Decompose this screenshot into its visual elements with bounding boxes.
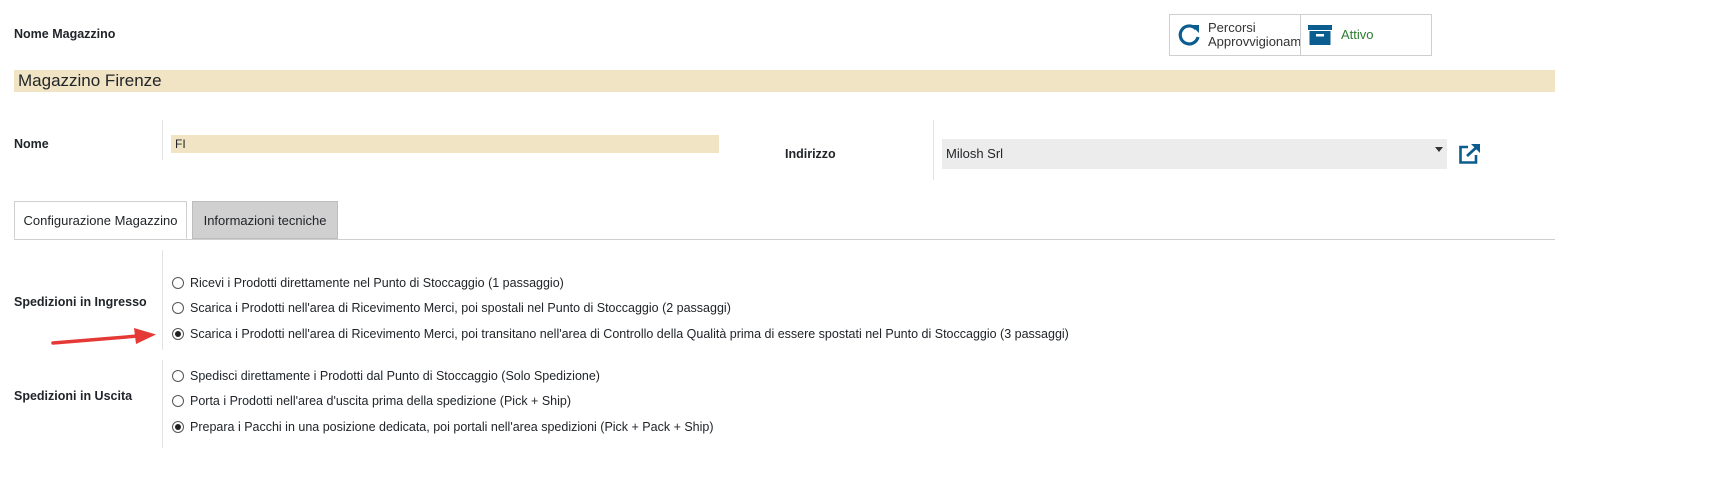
warehouse-name-label: Nome Magazzino xyxy=(14,27,116,41)
radio-label: Prepara i Pacchi in una posizione dedica… xyxy=(190,420,714,434)
indirizzo-select[interactable]: Milosh Srl xyxy=(942,139,1447,169)
radio-label: Scarica i Prodotti nell'area di Ricevime… xyxy=(190,327,1069,341)
tab-divider xyxy=(14,239,1555,240)
outgoing-option-3[interactable]: Prepara i Pacchi in una posizione dedica… xyxy=(172,418,714,436)
active-label: Attivo xyxy=(1341,27,1374,42)
incoming-shipments-label: Spedizioni in Ingresso xyxy=(14,295,147,309)
nome-label: Nome xyxy=(14,137,49,151)
radio-label: Spedisci direttamente i Prodotti dal Pun… xyxy=(190,369,600,383)
radio-button[interactable] xyxy=(172,302,184,314)
annotation-arrow-icon xyxy=(51,328,156,345)
tab-informazioni-tecniche[interactable]: Informazioni tecniche xyxy=(192,201,338,239)
incoming-option-1[interactable]: Ricevi i Prodotti direttamente nel Punto… xyxy=(172,274,564,292)
incoming-option-3[interactable]: Scarica i Prodotti nell'area di Ricevime… xyxy=(172,325,1069,343)
radio-label: Porta i Prodotti nell'area d'uscita prim… xyxy=(190,394,572,408)
indirizzo-label: Indirizzo xyxy=(785,147,836,161)
radio-button[interactable] xyxy=(172,277,184,289)
radio-label: Scarica i Prodotti nell'area di Ricevime… xyxy=(190,301,731,315)
archive-icon xyxy=(1308,25,1332,45)
warehouse-title: Magazzino Firenze xyxy=(18,71,162,90)
warehouse-title-field[interactable]: Magazzino Firenze xyxy=(14,70,1555,92)
radio-button-selected[interactable] xyxy=(172,328,184,340)
tab-configurazione-magazzino[interactable]: Configurazione Magazzino xyxy=(14,201,187,239)
outgoing-shipments-label: Spedizioni in Uscita xyxy=(14,389,133,403)
label-separator xyxy=(162,250,163,350)
nome-input[interactable]: FI xyxy=(171,135,719,153)
radio-button[interactable] xyxy=(172,370,184,382)
smart-buttons: Percorsi Approvvigionam Attivo xyxy=(1169,14,1432,56)
label-separator xyxy=(162,360,163,448)
indirizzo-value: Milosh Srl xyxy=(946,146,1004,161)
outgoing-option-2[interactable]: Porta i Prodotti nell'area d'uscita prim… xyxy=(172,392,571,410)
caret-down-icon[interactable] xyxy=(1435,147,1443,152)
radio-button-selected[interactable] xyxy=(172,421,184,433)
incoming-option-2[interactable]: Scarica i Prodotti nell'area di Ricevime… xyxy=(172,299,731,317)
radio-label: Ricevi i Prodotti direttamente nel Punto… xyxy=(190,276,564,290)
active-toggle-button[interactable]: Attivo xyxy=(1301,15,1431,55)
external-link-icon[interactable] xyxy=(1458,143,1482,165)
refresh-icon xyxy=(1178,24,1200,46)
outgoing-option-1[interactable]: Spedisci direttamente i Prodotti dal Pun… xyxy=(172,367,600,385)
radio-button[interactable] xyxy=(172,395,184,407)
label-separator xyxy=(933,120,934,180)
label-separator xyxy=(162,120,163,160)
routes-button-label: Percorsi Approvvigionam xyxy=(1208,20,1301,49)
routes-button[interactable]: Percorsi Approvvigionam xyxy=(1170,15,1301,55)
